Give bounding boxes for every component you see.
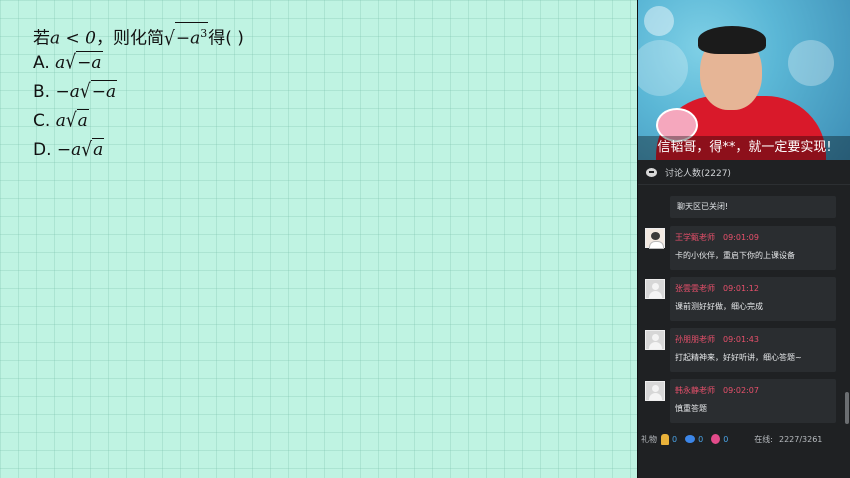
message-time: 09:01:12 bbox=[723, 284, 759, 293]
chat-message: 王学甄老师 09:01:09 卡的小伙伴，重启下你的上课设备 bbox=[638, 226, 850, 272]
message-text: 课前测好好做，细心完成 bbox=[675, 302, 763, 311]
message-text: 卡的小伙伴，重启下你的上课设备 bbox=[675, 251, 795, 260]
teacher-video[interactable]: 信韬哥，得**，就一定要实现! bbox=[638, 0, 850, 160]
bubble-decoration bbox=[644, 6, 674, 36]
option-a: A. a√−a bbox=[33, 51, 103, 75]
video-caption: 信韬哥，得**，就一定要实现! bbox=[638, 136, 850, 160]
sender-name[interactable]: 王学甄老师 bbox=[675, 233, 715, 242]
avatar[interactable] bbox=[645, 279, 665, 299]
avatar[interactable] bbox=[645, 330, 665, 350]
trophy-icon[interactable] bbox=[661, 433, 669, 445]
system-message: 聊天区已关闭! bbox=[670, 196, 836, 218]
option-b: B. −a√−a bbox=[33, 80, 118, 104]
question-stem: 若a < 0，则化简√−a3得( ) bbox=[33, 22, 244, 50]
gift-bar: 礼物 0 0 0 在线: 2227/3261 bbox=[638, 428, 850, 450]
discussion-count: 讨论人数(2227) bbox=[665, 169, 731, 179]
bubble-decoration bbox=[788, 40, 834, 86]
message-text: 慎重答题 bbox=[675, 404, 707, 413]
gift-count: 0 bbox=[698, 434, 704, 444]
chat-message: 张雲雲老师 09:01:12 课前测好好做，细心完成 bbox=[638, 277, 850, 323]
avatar[interactable] bbox=[645, 381, 665, 401]
planet-icon[interactable] bbox=[685, 435, 696, 443]
chat-list[interactable]: 聊天区已关闭! 王学甄老师 09:01:09 卡的小伙伴，重启下你的上课设备 张雲… bbox=[638, 188, 850, 426]
message-time: 09:02:07 bbox=[723, 386, 759, 395]
message-time: 09:01:43 bbox=[723, 335, 759, 344]
gift-count: 0 bbox=[672, 434, 678, 444]
online-count: 2227/3261 bbox=[778, 434, 823, 444]
balloons-icon[interactable] bbox=[711, 434, 721, 444]
option-d: D. −a√a bbox=[33, 138, 105, 162]
whiteboard: 若a < 0，则化简√−a3得( ) A. a√−a B. −a√−a C. a… bbox=[0, 0, 637, 478]
chat-message: 孙朋朋老师 09:01:43 打起精神来，好好听讲，细心答题~ bbox=[638, 328, 850, 374]
chat-header: 讨论人数(2227) bbox=[638, 161, 850, 185]
sender-name[interactable]: 张雲雲老师 bbox=[675, 284, 715, 293]
gift-label: 礼物 bbox=[641, 434, 657, 444]
sender-name[interactable]: 韩永静老师 bbox=[675, 386, 715, 395]
option-c: C. a√a bbox=[33, 109, 89, 133]
radical-expression: √−a3 bbox=[164, 22, 209, 50]
chat-message: 韩永静老师 09:02:07 慎重答题 bbox=[638, 379, 850, 425]
bubble-decoration bbox=[638, 40, 688, 96]
avatar[interactable] bbox=[645, 228, 665, 249]
sender-name[interactable]: 孙朋朋老师 bbox=[675, 335, 715, 344]
teacher-hair bbox=[698, 26, 766, 54]
chat-bubble-icon bbox=[646, 168, 657, 177]
online-label: 在线: bbox=[754, 434, 773, 444]
chat-scrollbar[interactable] bbox=[845, 392, 849, 424]
condition: a < 0 bbox=[50, 28, 97, 49]
message-text: 打起精神来，好好听讲，细心答题~ bbox=[675, 353, 802, 362]
message-time: 09:01:09 bbox=[723, 233, 759, 242]
side-panel: 信韬哥，得**，就一定要实现! 讨论人数(2227) 聊天区已关闭! 王学甄老师… bbox=[637, 0, 850, 478]
gift-count: 0 bbox=[723, 434, 729, 444]
